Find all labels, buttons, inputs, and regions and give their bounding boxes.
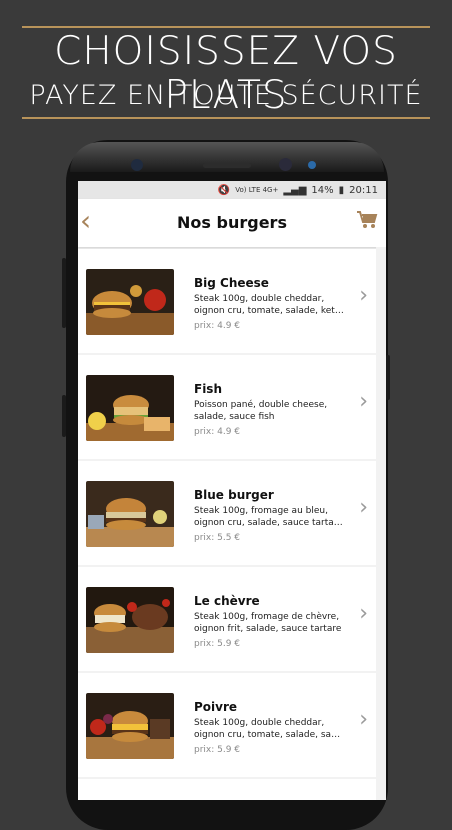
app-bar: ‹ Nos burgers bbox=[78, 199, 386, 247]
burger-photo bbox=[86, 375, 174, 441]
item-price: prix: 5.9 € bbox=[194, 745, 241, 755]
sensor-icon bbox=[131, 159, 143, 171]
list-item[interactable] bbox=[78, 779, 376, 800]
item-name: Le chèvre bbox=[194, 594, 260, 608]
list-item[interactable]: Le chèvre Steak 100g, fromage de chèvre,… bbox=[78, 567, 376, 671]
battery-icon: ▮ bbox=[338, 184, 345, 196]
item-description: Steak 100g, double cheddar, oignon cru, … bbox=[194, 294, 344, 316]
list-item[interactable]: Fish Poisson pané, double cheese, salade… bbox=[78, 355, 376, 459]
item-price: prix: 5.5 € bbox=[194, 533, 241, 543]
list-item[interactable]: Big Cheese Steak 100g, double cheddar, o… bbox=[78, 249, 376, 353]
phone-screen: 🔇 Vo) LTE 4G+ ▂▄▆ 14% ▮ 20:11 ‹ Nos burg… bbox=[78, 181, 386, 800]
chevron-right-icon: › bbox=[359, 389, 368, 414]
top-divider bbox=[22, 26, 430, 28]
promo-banner: CHOISISSEZ VOS PLATS PAYEZ EN TOUTE SÉCU… bbox=[0, 0, 452, 130]
cart-icon[interactable] bbox=[356, 210, 378, 234]
chevron-right-icon: › bbox=[359, 601, 368, 626]
burger-photo bbox=[86, 587, 174, 653]
burger-photo bbox=[86, 269, 174, 335]
item-price: prix: 5.9 € bbox=[194, 639, 241, 649]
item-name: Fish bbox=[194, 382, 222, 396]
bixby-button bbox=[62, 395, 66, 437]
item-description: Steak 100g, double cheddar, oignon cru, … bbox=[194, 718, 341, 740]
network-indicator: Vo) LTE 4G+ bbox=[235, 186, 279, 194]
item-price: prix: 4.9 € bbox=[194, 427, 241, 437]
headline-secondary: PAYEZ EN TOUTE SÉCURITÉ bbox=[29, 80, 423, 111]
list-item[interactable]: Poivre Steak 100g, double cheddar, oigno… bbox=[78, 673, 376, 777]
battery-level: 14% bbox=[311, 184, 334, 196]
speaker-grille bbox=[203, 163, 251, 168]
scroll-track bbox=[376, 247, 386, 800]
led-indicator-icon bbox=[308, 161, 316, 169]
burger-photo bbox=[86, 693, 174, 759]
clock: 20:11 bbox=[349, 184, 378, 196]
item-name: Poivre bbox=[194, 700, 238, 714]
item-price: prix: 4.9 € bbox=[194, 321, 241, 331]
bottom-divider bbox=[22, 117, 430, 119]
chevron-right-icon: › bbox=[359, 495, 368, 520]
status-bar: 🔇 Vo) LTE 4G+ ▂▄▆ 14% ▮ 20:11 bbox=[78, 181, 386, 199]
chevron-right-icon: › bbox=[359, 283, 368, 308]
item-description: Poisson pané, double cheese, salade, sau… bbox=[194, 400, 328, 422]
list-item[interactable]: Blue burger Steak 100g, fromage au bleu,… bbox=[78, 461, 376, 565]
item-description: Steak 100g, fromage de chèvre, oignon fr… bbox=[194, 612, 342, 634]
item-name: Big Cheese bbox=[194, 276, 269, 290]
burger-photo bbox=[86, 481, 174, 547]
power-button bbox=[386, 355, 390, 400]
item-description: Steak 100g, fromage au bleu, oignon cru,… bbox=[194, 506, 343, 528]
mute-icon: 🔇 bbox=[217, 184, 231, 196]
volume-button bbox=[62, 258, 66, 328]
front-camera-icon bbox=[279, 158, 292, 171]
chevron-right-icon: › bbox=[359, 707, 368, 732]
signal-icon: ▂▄▆ bbox=[283, 184, 307, 196]
item-name: Blue burger bbox=[194, 488, 274, 502]
burger-list: Big Cheese Steak 100g, double cheddar, o… bbox=[78, 247, 376, 800]
page-title: Nos burgers bbox=[177, 213, 287, 232]
